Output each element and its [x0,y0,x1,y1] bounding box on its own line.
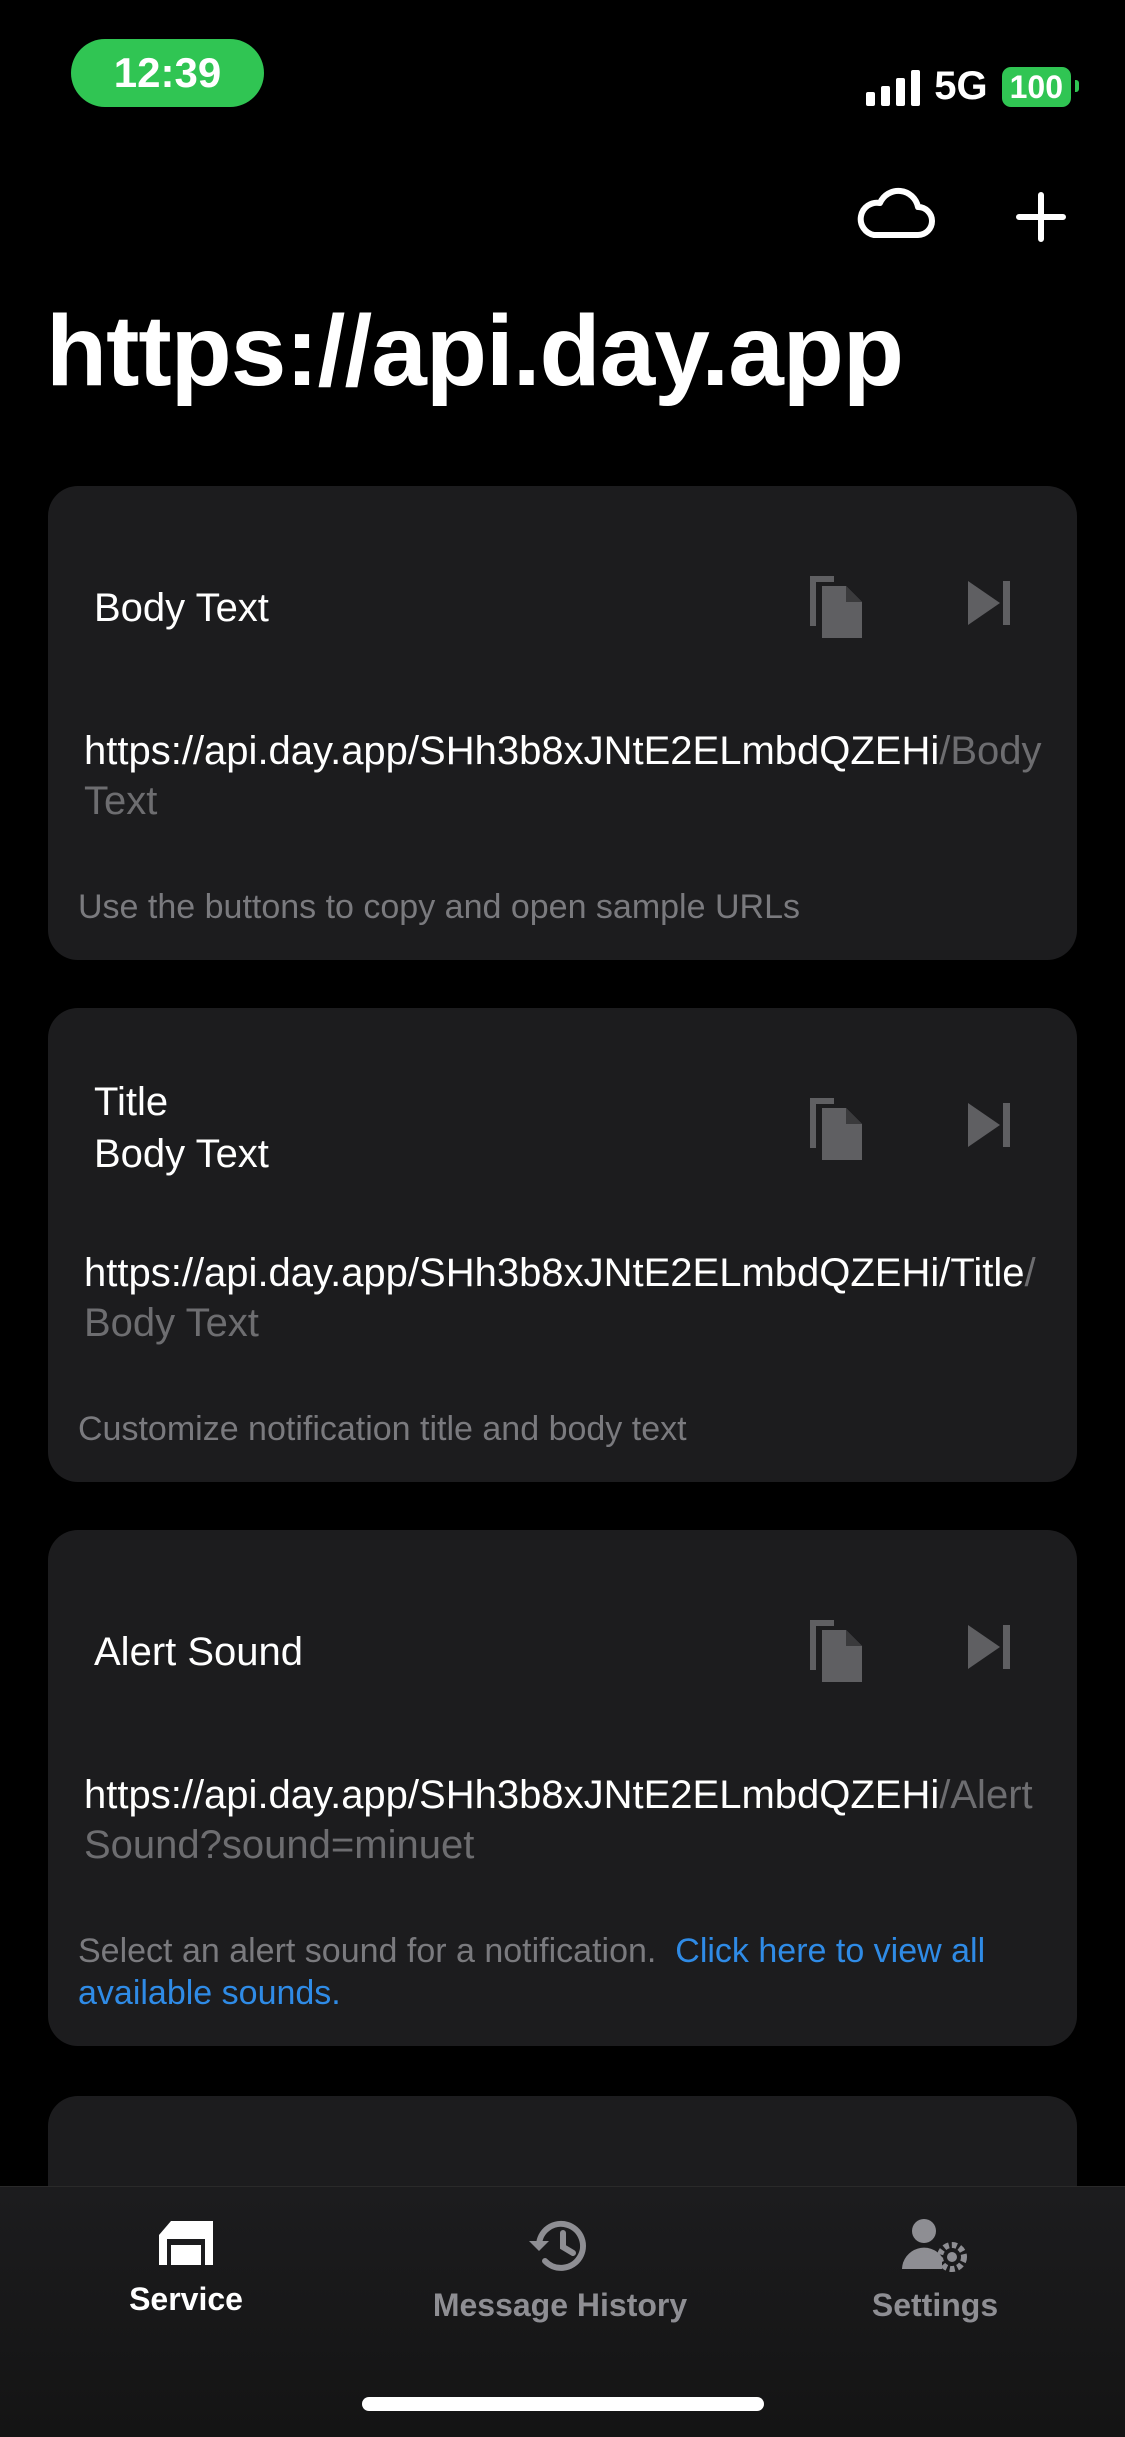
card-description: Use the buttons to copy and open sample … [78,888,800,926]
sample-url: https://api.day.app/SHh3b8xJNtE2ELmbdQZE… [84,1248,1044,1348]
skip-forward-icon [968,1625,1010,1669]
copy-button[interactable] [804,1092,868,1169]
copy-icon [810,576,862,638]
battery-indicator: 100 [1001,66,1080,107]
copy-icon [810,1620,862,1682]
copy-button[interactable] [804,570,868,647]
tab-label: Settings [871,2287,999,2323]
skip-forward-icon [968,581,1010,625]
sample-url: https://api.day.app/SHh3b8xJNtE2ELmbdQZE… [84,1770,1044,1870]
open-url-button[interactable] [966,1100,1012,1155]
status-indicators: 5G 100 [866,64,1080,109]
signal-icon [866,68,921,106]
card-title: Alert Sound [94,1630,304,1674]
url-base: https://api.day.app/SHh3b8xJNtE2ELmbdQZE… [84,729,940,773]
url-query: ?sound=minuet [199,1823,475,1867]
open-url-button[interactable] [966,1622,1012,1677]
card-title: Body Text [94,586,269,630]
card-title: Title Body Text [94,1080,269,1176]
history-icon [529,2220,586,2271]
card-alert-sound: Alert Sound https://api.day.app/SHh3b8xJ… [48,1530,1077,2046]
tab-label: Message History [432,2287,688,2323]
card-title-body: Title Body Text https://api.day.app/SHh3… [48,1008,1077,1482]
url-base: https://api.day.app/SHh3b8xJNtE2ELmbdQZE… [84,1251,1025,1295]
page-title: https://api.day.app [46,295,904,407]
copy-icon [810,1098,862,1160]
home-indicator [362,2397,764,2411]
url-base: https://api.day.app/SHh3b8xJNtE2ELmbdQZE… [84,1773,940,1817]
card-body-text: Body Text https://api.day.app/SHh3b8xJNt… [48,486,1077,960]
open-url-button[interactable] [966,578,1012,633]
tab-service[interactable]: Service [100,2217,272,2318]
person-gear-icon [902,2219,967,2272]
network-label: 5G [934,64,988,108]
description-text: Select an alert sound for a notification… [78,1932,657,1970]
tab-label: Service [129,2281,243,2317]
tab-settings[interactable]: Settings [860,2217,1010,2324]
house-icon [159,2221,213,2265]
status-time: 12:39 [71,39,264,107]
tab-message-history[interactable]: Message History [410,2217,710,2324]
card-description: Customize notification title and body te… [78,1410,687,1448]
sample-url: https://api.day.app/SHh3b8xJNtE2ELmbdQZE… [84,726,1044,826]
plus-icon [1016,192,1066,242]
add-server-button[interactable] [1010,186,1072,248]
copy-button[interactable] [804,1614,868,1691]
cloud-icon [857,187,935,238]
card-description: Select an alert sound for a notification… [78,1930,1058,2014]
cloud-button[interactable] [854,180,938,246]
skip-forward-icon [968,1103,1010,1147]
